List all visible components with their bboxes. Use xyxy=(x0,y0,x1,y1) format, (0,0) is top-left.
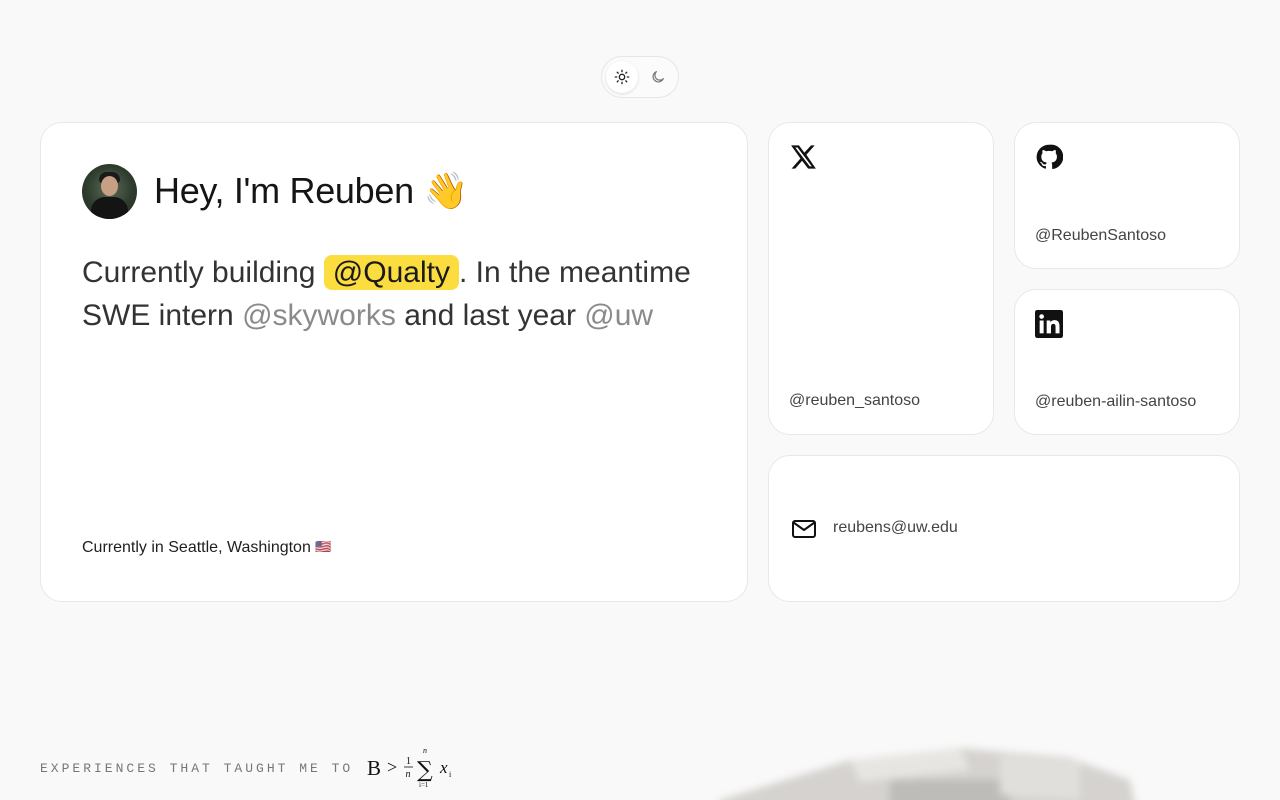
x-handle: @reuben_santoso xyxy=(789,392,920,409)
dark-mode-button[interactable] xyxy=(642,61,674,93)
x-profile-card[interactable]: @reuben_santoso xyxy=(768,122,994,435)
github-handle: @ReubenSantoso xyxy=(1035,227,1166,244)
github-profile-card[interactable]: @ReubenSantoso xyxy=(1014,122,1240,269)
intro-card: Hey, I'm Reuben 👋 Currently building @Qu… xyxy=(40,122,748,602)
linkedin-handle: @reuben-ailin-santoso xyxy=(1035,393,1197,410)
sun-icon xyxy=(614,69,630,85)
svg-text:∑: ∑ xyxy=(417,758,433,783)
experiences-label: EXPERIENCES THAT TAUGHT ME TO xyxy=(40,760,354,776)
page-title: Hey, I'm Reuben 👋 xyxy=(154,170,469,211)
about-connector: and last year xyxy=(395,299,585,332)
experience-photo xyxy=(720,748,1134,800)
formula: B > 1 n n ∑ i=1 x i xyxy=(367,746,452,789)
qualty-link[interactable]: @Qualty xyxy=(323,255,459,290)
moon-icon xyxy=(652,71,664,83)
mail-icon xyxy=(792,520,816,538)
location-text: Currently in Seattle, Washington 🇺🇸 xyxy=(82,539,331,557)
formula-op: > xyxy=(387,757,397,777)
skyworks-link[interactable]: @skyworks xyxy=(242,299,396,332)
location-label: Currently in Seattle, Washington xyxy=(82,539,316,556)
x-logo-icon xyxy=(791,145,816,169)
experiences-heading: EXPERIENCES THAT TAUGHT ME TO B > 1 n n … xyxy=(40,745,453,791)
us-flag-icon: 🇺🇸 xyxy=(315,539,332,554)
email-address: reubens@uw.edu xyxy=(833,519,958,536)
avatar xyxy=(82,164,137,219)
about-text: Currently building @Qualty. In the meant… xyxy=(82,251,722,337)
theme-toggle xyxy=(601,56,679,98)
formula-lhs: B xyxy=(367,756,381,780)
linkedin-icon xyxy=(1035,310,1063,338)
formula-subscript: i xyxy=(449,770,452,779)
formula-term: x xyxy=(439,758,448,777)
linkedin-profile-card[interactable]: @reuben-ailin-santoso xyxy=(1014,289,1240,435)
email-card[interactable]: reubens@uw.edu xyxy=(768,455,1240,602)
formula-denominator: n xyxy=(406,769,411,780)
formula-sum-bottom: i=1 xyxy=(419,781,429,789)
light-mode-button[interactable] xyxy=(606,61,638,93)
github-icon xyxy=(1036,144,1063,170)
uw-link[interactable]: @uw xyxy=(584,299,653,332)
formula-numerator: 1 xyxy=(406,756,411,767)
about-prefix: Currently building xyxy=(82,256,324,289)
formula-sum-top: n xyxy=(423,746,427,755)
